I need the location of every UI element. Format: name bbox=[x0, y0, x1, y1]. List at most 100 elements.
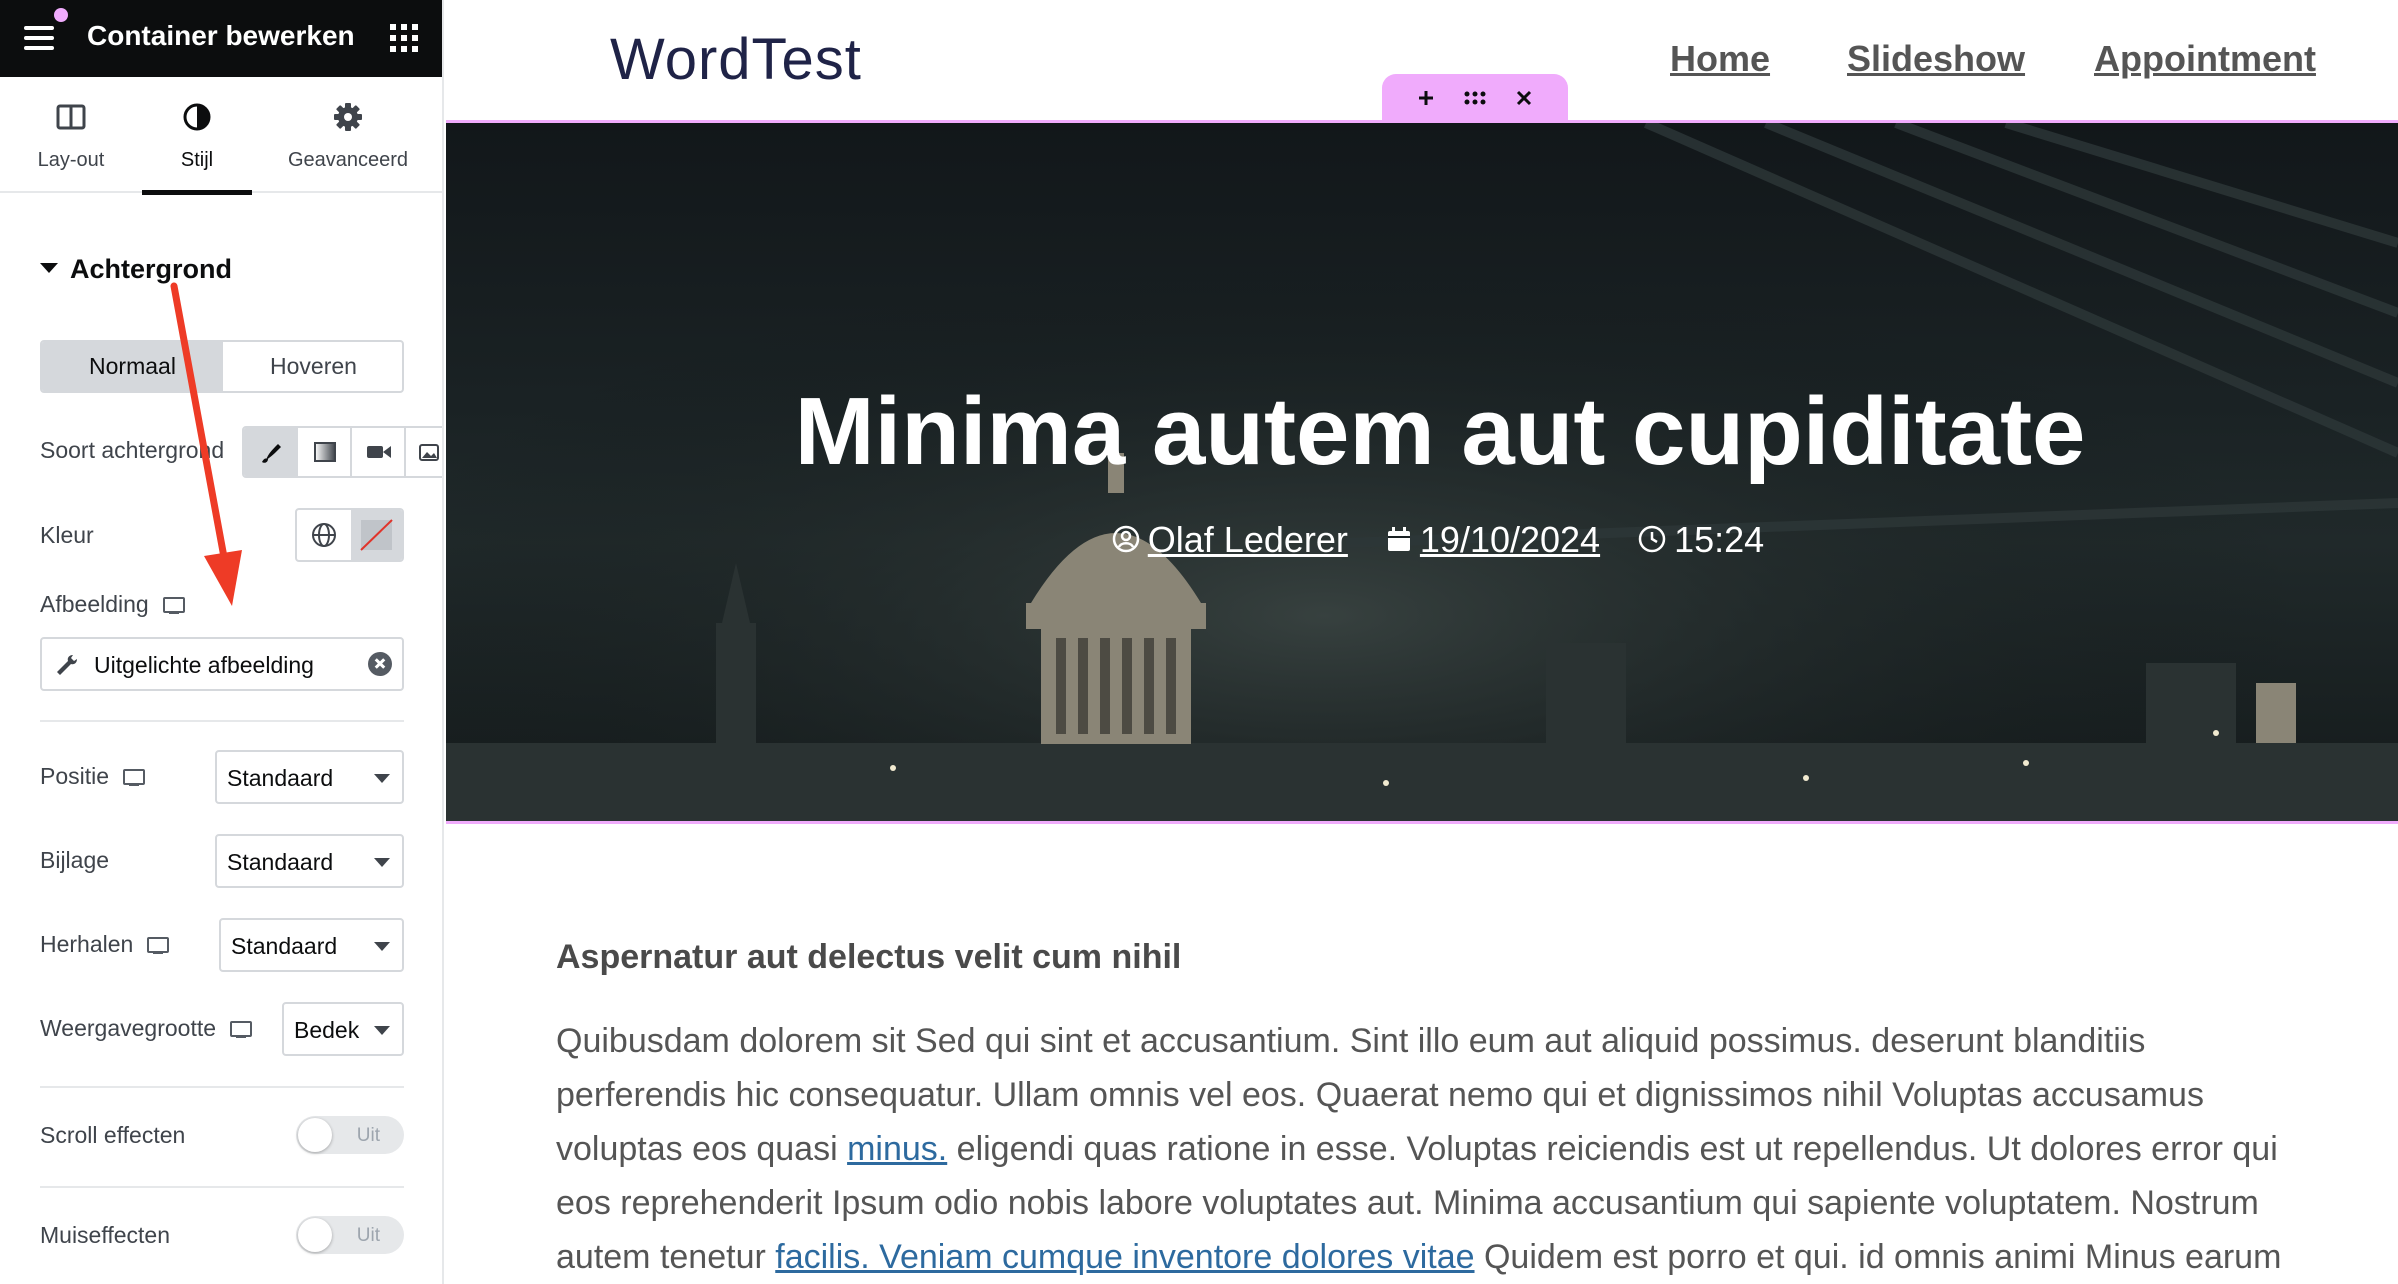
text-span: autem tenetur bbox=[556, 1238, 776, 1276]
mouse-effects-switch[interactable]: Uit bbox=[296, 1216, 404, 1254]
paragraph-line: Quibusdam dolorem sit Sed qui sint et ac… bbox=[556, 1022, 2146, 1060]
wrench-icon bbox=[57, 655, 77, 675]
date-link[interactable]: 19/10/2024 bbox=[1420, 519, 1600, 560]
state-hover-button[interactable]: Hoveren bbox=[223, 342, 402, 391]
no-color-icon bbox=[360, 519, 393, 551]
clock-icon bbox=[1638, 526, 1666, 553]
tab-label: Geavanceerd bbox=[287, 149, 409, 171]
state-normal-button[interactable]: Normaal bbox=[42, 342, 223, 391]
scroll-effects-switch[interactable]: Uit bbox=[296, 1116, 404, 1154]
hero-container[interactable]: Minima autem aut cupiditate Olaf Lederer… bbox=[446, 120, 2398, 824]
delete-container-button[interactable] bbox=[1506, 82, 1542, 114]
text-span: Quidem est porro et qui. id omnis animi … bbox=[1474, 1238, 2282, 1276]
tab-label: Lay-out bbox=[37, 149, 105, 171]
chevron-down-icon bbox=[374, 942, 390, 951]
tab-style[interactable]: Stijl bbox=[142, 77, 252, 195]
bg-type-gradient-button[interactable] bbox=[298, 428, 352, 476]
panel-tabs: Lay-out Stijl Geavanceerd bbox=[0, 77, 442, 195]
text-span: perferendis hic consequatur. Ullam omnis… bbox=[556, 1076, 2204, 1114]
content-subtitle: Aspernatur aut delectus velit cum nihil bbox=[556, 938, 1182, 976]
display-size-label-row: Weergavegrootte bbox=[40, 1015, 253, 1042]
position-select[interactable]: Standaard bbox=[215, 750, 404, 804]
bg-type-selector bbox=[242, 426, 442, 478]
add-element-button[interactable] bbox=[1408, 82, 1444, 114]
chevron-down-icon bbox=[374, 1026, 390, 1035]
meta-time: 15:24 bbox=[1638, 519, 1764, 561]
gear-icon bbox=[334, 103, 362, 131]
bg-type-classic-button[interactable] bbox=[244, 428, 298, 476]
repeat-select[interactable]: Standaard bbox=[219, 918, 404, 972]
meta-author: Olaf Lederer bbox=[1112, 519, 1348, 561]
divider bbox=[40, 1186, 404, 1188]
divider bbox=[40, 720, 404, 722]
minus-link[interactable]: minus. bbox=[847, 1130, 947, 1168]
page-preview: WordTest Home Slideshow Appointment Mini… bbox=[446, 0, 2398, 1284]
brush-icon bbox=[262, 444, 281, 463]
image-field-value: Uitgelichte afbeelding bbox=[94, 652, 314, 678]
tab-advanced[interactable]: Geavanceerd bbox=[270, 77, 426, 193]
color-swatch-button[interactable] bbox=[351, 510, 402, 560]
drag-handle-icon bbox=[1464, 91, 1486, 105]
panel-header: Container bewerken bbox=[0, 0, 442, 77]
select-value: Standaard bbox=[231, 933, 338, 959]
user-icon bbox=[1112, 526, 1140, 553]
attachment-label: Bijlage bbox=[40, 847, 110, 873]
container-handle bbox=[1382, 74, 1568, 122]
switch-state: Uit bbox=[356, 1225, 380, 1246]
text-span: eligendi quas ratione in esse. Voluptas … bbox=[947, 1130, 2278, 1168]
color-control bbox=[295, 508, 404, 562]
tab-layout[interactable]: Lay-out bbox=[0, 77, 142, 193]
bg-type-slideshow-button[interactable] bbox=[406, 428, 442, 476]
apps-grid-icon[interactable] bbox=[390, 24, 418, 52]
state-toggle: Normaal Hoveren bbox=[40, 340, 404, 393]
style-icon bbox=[183, 103, 211, 131]
position-label: Positie bbox=[40, 763, 110, 789]
image-label: Afbeelding bbox=[40, 591, 149, 617]
attachment-select[interactable]: Standaard bbox=[215, 834, 404, 888]
mouse-effects-label: Muiseffecten bbox=[40, 1222, 170, 1248]
paragraph-line: eos reprehenderit Ipsum odio nobis labor… bbox=[556, 1184, 2259, 1222]
switch-state: Uit bbox=[356, 1125, 380, 1146]
image-dynamic-field[interactable]: Uitgelichte afbeelding bbox=[40, 637, 404, 691]
desktop-icon[interactable] bbox=[162, 597, 185, 615]
select-value: Standaard bbox=[227, 765, 334, 791]
switch-knob bbox=[298, 1218, 332, 1252]
meta-date: 19/10/2024 bbox=[1386, 519, 1600, 561]
divider bbox=[40, 1086, 404, 1088]
bg-type-label: Soort achtergrond bbox=[40, 437, 225, 463]
panel-title: Container bewerken bbox=[87, 20, 355, 51]
section-background-toggle[interactable]: Achtergrond bbox=[40, 254, 232, 285]
desktop-icon[interactable] bbox=[230, 1021, 253, 1039]
nav-appointment-link[interactable]: Appointment bbox=[2094, 38, 2316, 80]
hamburger-menu-button[interactable] bbox=[20, 8, 68, 56]
global-colors-button[interactable] bbox=[297, 510, 351, 560]
clear-icon[interactable] bbox=[368, 652, 392, 676]
scroll-effects-label: Scroll effecten bbox=[40, 1122, 186, 1148]
caret-down-icon bbox=[40, 262, 58, 273]
nav-slideshow-link[interactable]: Slideshow bbox=[1847, 38, 2025, 80]
slideshow-icon bbox=[419, 444, 439, 461]
calendar-icon bbox=[1387, 527, 1410, 552]
section-title: Achtergrond bbox=[70, 254, 232, 284]
drag-handle-button[interactable] bbox=[1457, 82, 1493, 114]
display-size-label: Weergavegrootte bbox=[40, 1015, 217, 1041]
content-body: Quibusdam dolorem sit Sed qui sint et ac… bbox=[556, 1014, 2396, 1284]
bg-type-video-button[interactable] bbox=[352, 428, 406, 476]
gradient-icon bbox=[314, 442, 336, 462]
desktop-icon[interactable] bbox=[147, 937, 170, 955]
paragraph-line: voluptas eos quasi perferendis hic conse… bbox=[556, 1068, 2396, 1122]
site-logo[interactable]: WordTest bbox=[610, 26, 862, 93]
switch-knob bbox=[298, 1118, 332, 1152]
repeat-label: Herhalen bbox=[40, 931, 134, 957]
facilis-link[interactable]: facilis. Veniam cumque inventore dolores… bbox=[775, 1238, 1474, 1276]
desktop-icon[interactable] bbox=[123, 769, 146, 787]
nav-home-link[interactable]: Home bbox=[1670, 38, 1770, 80]
display-size-select[interactable]: Bedek bbox=[282, 1002, 404, 1056]
author-link[interactable]: Olaf Lederer bbox=[1148, 519, 1348, 560]
chevron-down-icon bbox=[374, 774, 390, 783]
image-label-row: Afbeelding bbox=[40, 591, 185, 618]
plus-icon bbox=[1419, 91, 1433, 105]
time-text: 15:24 bbox=[1674, 519, 1765, 560]
globe-icon bbox=[312, 523, 336, 547]
close-icon bbox=[1516, 90, 1532, 106]
